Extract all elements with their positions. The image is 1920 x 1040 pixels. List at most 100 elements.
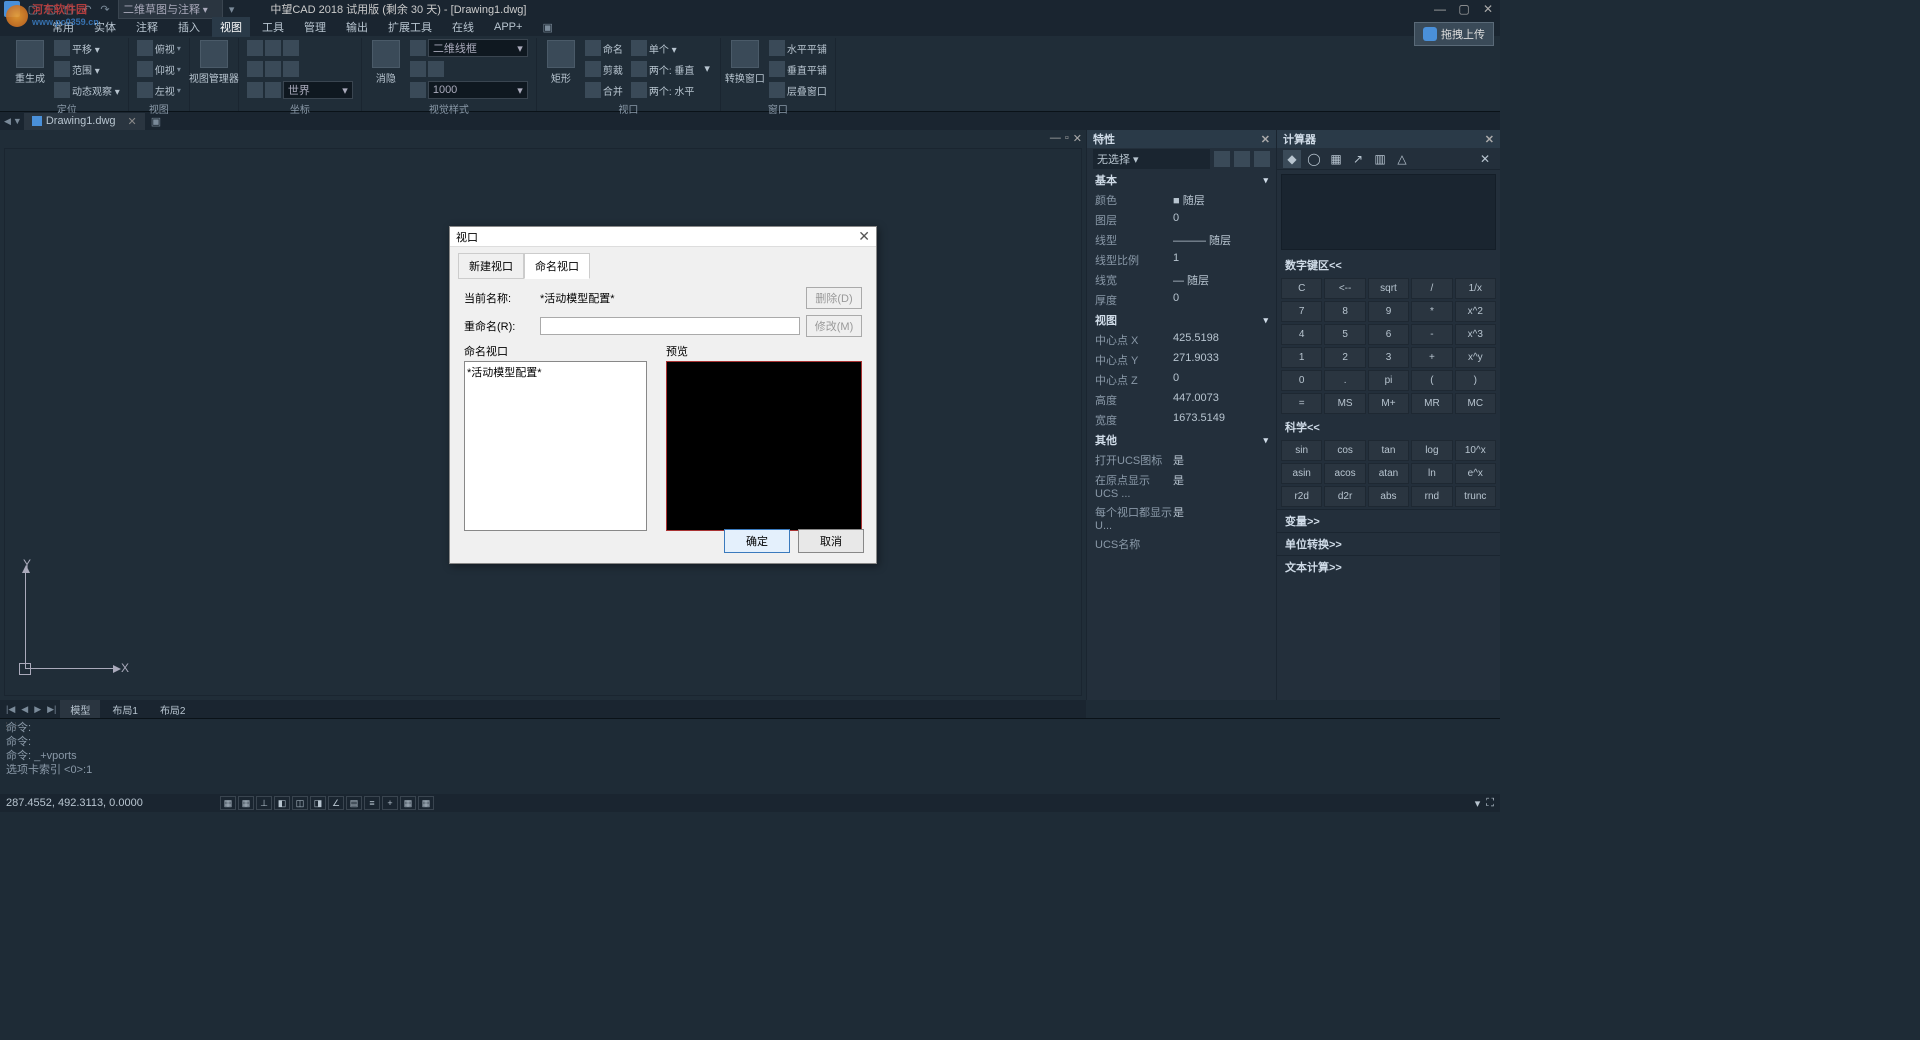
- calc-close-icon[interactable]: ✕: [1485, 133, 1494, 146]
- prop-row[interactable]: 颜色■ 随层: [1087, 190, 1276, 210]
- tile-h-button[interactable]: 水平平铺: [767, 38, 829, 58]
- tile-v-button[interactable]: 垂直平铺: [767, 59, 829, 79]
- calc-key[interactable]: 3: [1368, 347, 1409, 368]
- sci-key[interactable]: e^x: [1455, 463, 1496, 484]
- tab-output[interactable]: 输出: [338, 17, 376, 37]
- layout-tab-model[interactable]: 模型: [60, 700, 100, 719]
- calc-key[interactable]: 1: [1281, 347, 1322, 368]
- prop-row[interactable]: 打开UCS图标是: [1087, 450, 1276, 470]
- calc-key[interactable]: 1/x: [1455, 278, 1496, 299]
- calc-key[interactable]: <--: [1324, 278, 1365, 299]
- calc-vars[interactable]: 变量>>: [1277, 509, 1500, 532]
- cloud-upload-button[interactable]: 拖拽上传: [1414, 22, 1494, 46]
- calc-key[interactable]: MR: [1411, 393, 1452, 414]
- selection-combo[interactable]: 无选择 ▾: [1093, 149, 1210, 169]
- sci-key[interactable]: r2d: [1281, 486, 1322, 507]
- tab-tools[interactable]: 工具: [254, 17, 292, 37]
- minimize-icon[interactable]: —: [1432, 2, 1448, 16]
- calc-key[interactable]: +: [1411, 347, 1452, 368]
- dialog-close-icon[interactable]: ✕: [858, 228, 870, 245]
- prop-row[interactable]: 在原点显示 UCS ...是: [1087, 470, 1276, 502]
- prop-tool-icon[interactable]: [1254, 151, 1270, 167]
- tab-online[interactable]: 在线: [444, 17, 482, 37]
- sci-key[interactable]: ln: [1411, 463, 1452, 484]
- status-toggle[interactable]: ▦: [418, 796, 434, 810]
- bottom-view-button[interactable]: 仰视▾: [135, 59, 183, 79]
- layout-tab-1[interactable]: 布局1: [102, 700, 148, 719]
- ucs-icon[interactable]: [265, 82, 281, 98]
- view-manager-button[interactable]: 视图管理器: [196, 38, 232, 87]
- left-view-button[interactable]: 左视▾: [135, 80, 183, 100]
- tab-view[interactable]: 视图: [212, 17, 250, 37]
- status-fullscreen-icon[interactable]: ⛶: [1486, 797, 1494, 810]
- status-toggle[interactable]: ◨: [310, 796, 326, 810]
- sci-key[interactable]: atan: [1368, 463, 1409, 484]
- rect-viewport-button[interactable]: 矩形: [543, 38, 579, 87]
- prop-row[interactable]: 中心点 Y271.9033: [1087, 350, 1276, 370]
- calc-key[interactable]: MS: [1324, 393, 1365, 414]
- top-view-button[interactable]: 俯视▾: [135, 38, 183, 58]
- sci-key[interactable]: rnd: [1411, 486, 1452, 507]
- pan-button[interactable]: 平移 ▾: [52, 38, 122, 58]
- calc-key[interactable]: /: [1411, 278, 1452, 299]
- calc-key[interactable]: 9: [1368, 301, 1409, 322]
- prop-row[interactable]: 中心点 Z0: [1087, 370, 1276, 390]
- qat-new-icon[interactable]: ▢: [26, 2, 40, 16]
- prop-row[interactable]: 每个视口都显示 U...是: [1087, 502, 1276, 534]
- numpad-header[interactable]: 数字键区<<: [1277, 254, 1500, 276]
- ucs-icon[interactable]: [265, 61, 281, 77]
- sci-key[interactable]: acos: [1324, 463, 1365, 484]
- status-toggle[interactable]: ⊥: [256, 796, 272, 810]
- doc-close-icon[interactable]: ✕: [1073, 132, 1082, 145]
- prop-row[interactable]: 厚度0: [1087, 290, 1276, 310]
- prop-section-header[interactable]: 其他▾: [1087, 430, 1276, 450]
- layout-first-icon[interactable]: |◀: [4, 704, 17, 715]
- orbit-button[interactable]: 动态观察 ▾: [52, 80, 122, 100]
- maximize-icon[interactable]: ▢: [1456, 2, 1472, 16]
- switch-window-button[interactable]: 转换窗口: [727, 38, 763, 87]
- tab-prev-icon[interactable]: ◀: [4, 116, 11, 127]
- calc-key[interactable]: .: [1324, 370, 1365, 391]
- properties-close-icon[interactable]: ✕: [1261, 133, 1270, 146]
- calc-mode-icon[interactable]: ◆: [1283, 150, 1301, 168]
- layout-prev-icon[interactable]: ◀: [19, 704, 30, 715]
- sci-key[interactable]: asin: [1281, 463, 1322, 484]
- calc-key[interactable]: 4: [1281, 324, 1322, 345]
- status-toggle[interactable]: ▦: [400, 796, 416, 810]
- tab-common[interactable]: 常用: [44, 17, 82, 37]
- ucs-icon[interactable]: [247, 40, 263, 56]
- delete-button[interactable]: 删除(D): [806, 287, 862, 309]
- sci-key[interactable]: trunc: [1455, 486, 1496, 507]
- calc-mode-icon[interactable]: ▦: [1327, 150, 1345, 168]
- visual-icon[interactable]: [410, 40, 426, 56]
- calc-key[interactable]: M+: [1368, 393, 1409, 414]
- ucs-icon[interactable]: [247, 61, 263, 77]
- tab-app[interactable]: APP+: [486, 19, 530, 35]
- status-toggle[interactable]: ≡: [364, 796, 380, 810]
- scale-combo[interactable]: 1000▾: [428, 81, 528, 99]
- calc-mode-icon[interactable]: ✕: [1476, 150, 1494, 168]
- status-toggle[interactable]: ▦: [220, 796, 236, 810]
- prop-row[interactable]: 线型比例1: [1087, 250, 1276, 270]
- vp-more-icon[interactable]: ▾: [700, 38, 714, 99]
- two-h-vp-button[interactable]: 两个: 水平: [629, 80, 697, 100]
- hide-button[interactable]: 消隐: [368, 38, 404, 87]
- status-toggle[interactable]: ▦: [238, 796, 254, 810]
- calc-key[interactable]: sqrt: [1368, 278, 1409, 299]
- close-icon[interactable]: ✕: [1480, 2, 1496, 16]
- rename-input[interactable]: [540, 317, 800, 335]
- document-tab[interactable]: Drawing1.dwg✕: [24, 113, 145, 130]
- layout-last-icon[interactable]: ▶|: [45, 704, 58, 715]
- extents-button[interactable]: 范围 ▾: [52, 59, 122, 79]
- tab-manage[interactable]: 管理: [296, 17, 334, 37]
- calc-key[interactable]: x^y: [1455, 347, 1496, 368]
- modify-button[interactable]: 修改(M): [806, 315, 862, 337]
- layout-next-icon[interactable]: ▶: [32, 704, 43, 715]
- single-vp-button[interactable]: 单个 ▾: [629, 38, 697, 58]
- calc-key[interactable]: =: [1281, 393, 1322, 414]
- calc-mode-icon[interactable]: ↗: [1349, 150, 1367, 168]
- calc-key[interactable]: 8: [1324, 301, 1365, 322]
- cmd-grip-icon[interactable]: ⋮⋮: [2, 721, 20, 732]
- calc-key[interactable]: 2: [1324, 347, 1365, 368]
- status-tray-icon[interactable]: ▾: [1475, 797, 1481, 810]
